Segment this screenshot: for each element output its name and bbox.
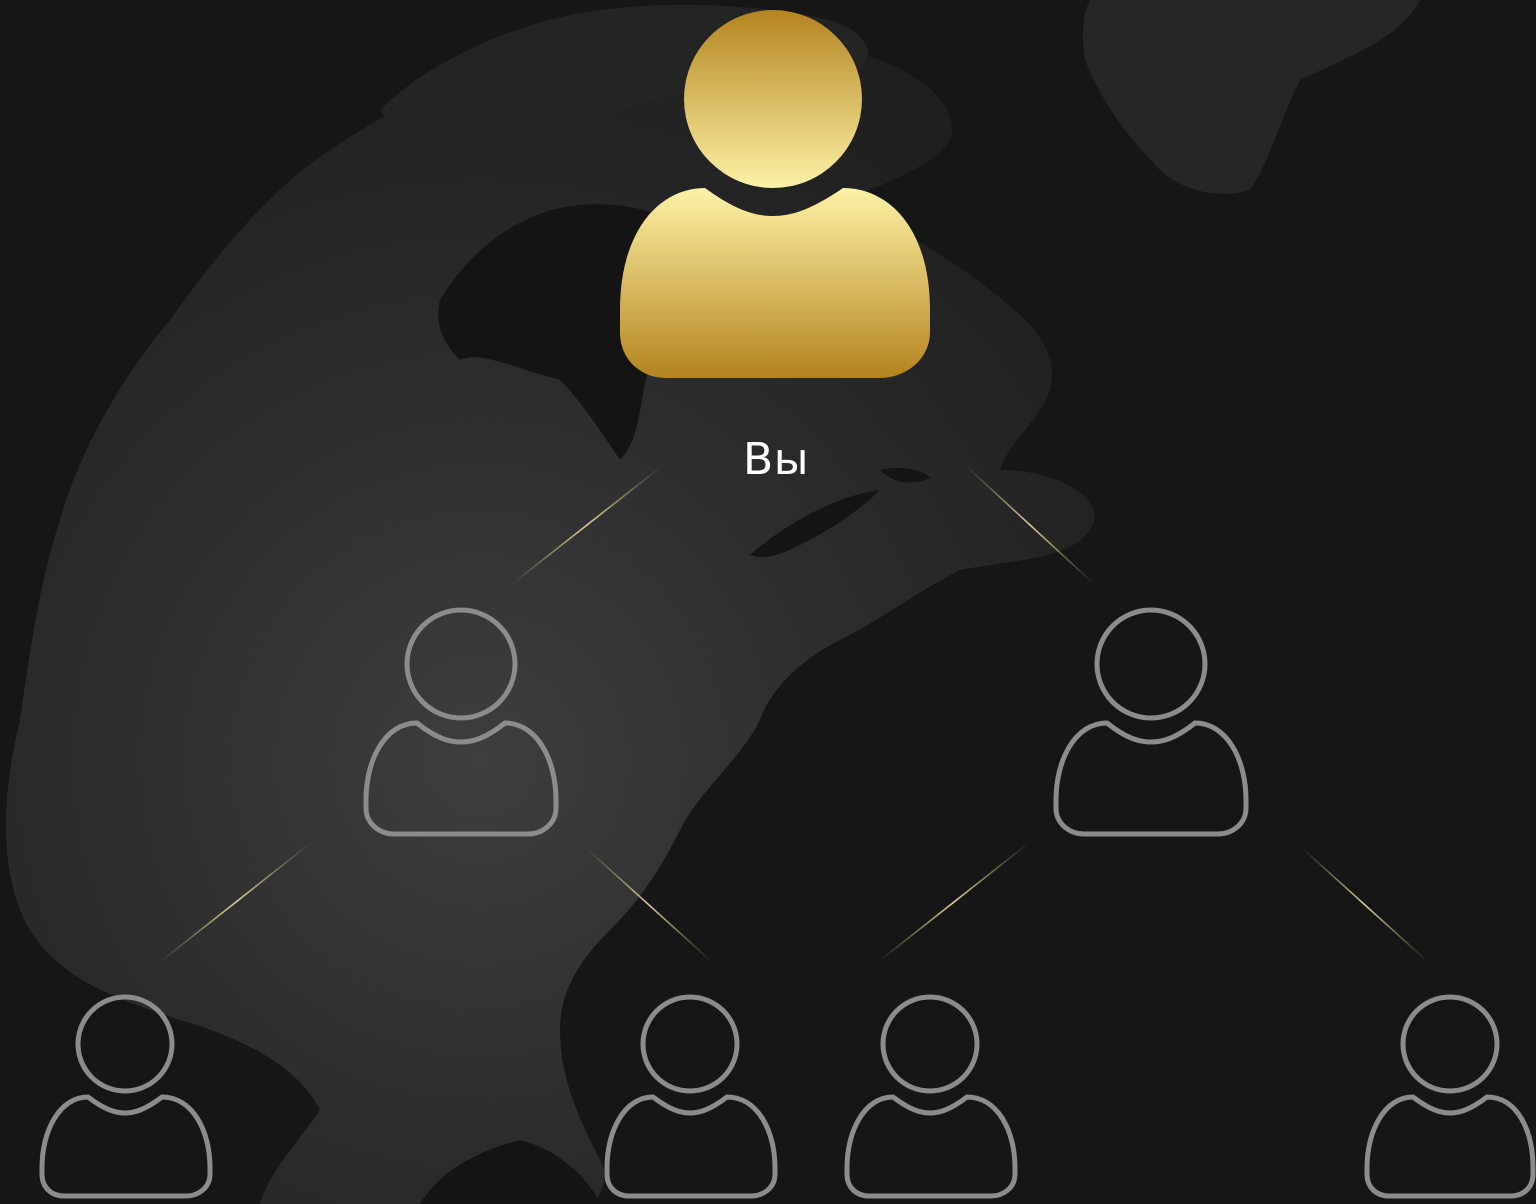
tree-graphics (39, 10, 1536, 1199)
root-label: Вы (743, 434, 809, 485)
grandchild-person-icon (1364, 994, 1536, 1199)
root-person-icon (620, 10, 930, 378)
grandchild-person-icon (39, 994, 213, 1199)
grandchild-person-icon (844, 994, 1018, 1199)
connector-line-child-1-grandchild-2 (585, 847, 713, 963)
grandchild-person-icon (604, 994, 778, 1199)
connector-line-child-2-grandchild-3 (877, 841, 1031, 963)
child-person-icon (1053, 607, 1249, 837)
referral-tree-diagram: Вы (0, 0, 1536, 1204)
connector-line-root-child-2 (965, 465, 1095, 585)
connector-line-child-2-grandchild-4 (1301, 847, 1429, 963)
connector-line-root-child-1 (511, 465, 663, 585)
child-person-icon (363, 607, 559, 837)
connector-line-child-1-grandchild-1 (159, 841, 313, 963)
